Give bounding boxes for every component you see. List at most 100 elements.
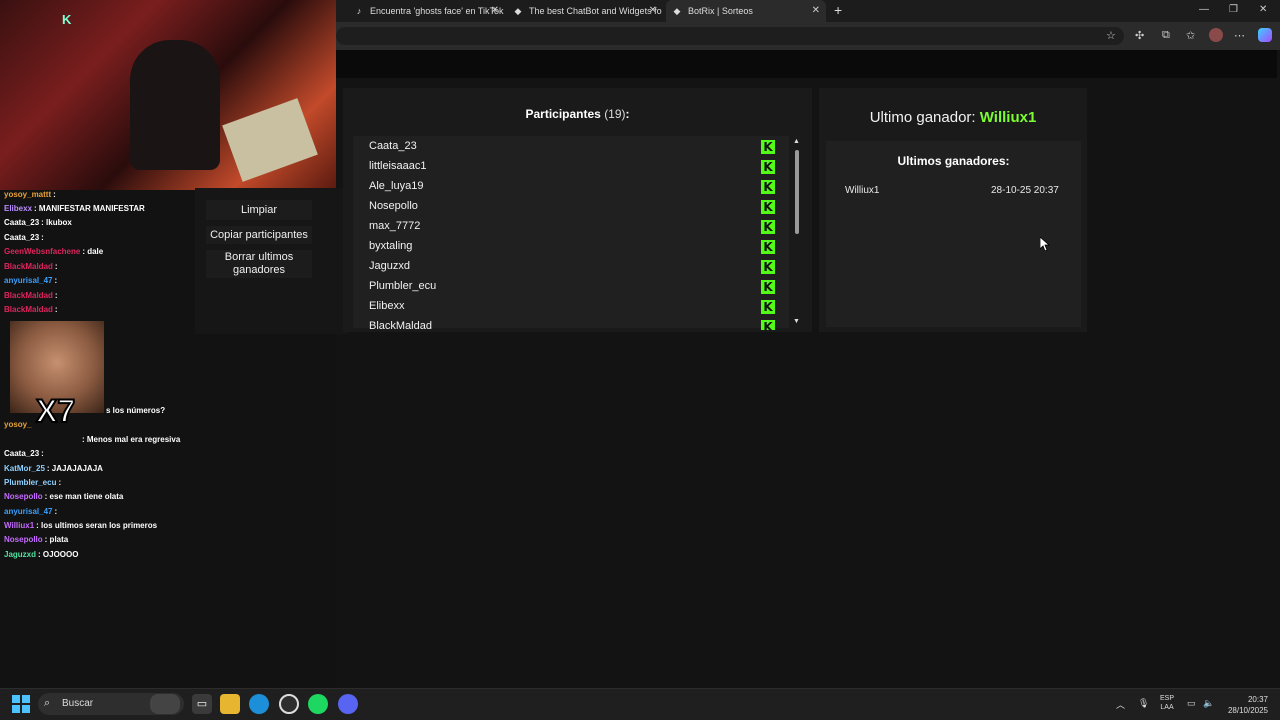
edge-icon[interactable] bbox=[249, 694, 269, 714]
tab-label: BotRix | Sorteos bbox=[688, 6, 753, 16]
chat-username: anyurisal_47 bbox=[4, 507, 53, 516]
chat-text: : bbox=[54, 291, 58, 300]
chat-message: GeenWebsnfachene: dale bbox=[4, 247, 103, 256]
chat-username: Jaguzxd bbox=[4, 550, 37, 559]
tab-botrix-home[interactable]: ◆ The best ChatBot and Widgets fo ✕ bbox=[507, 0, 663, 22]
chat-text: : bbox=[54, 305, 58, 314]
chat-message: anyurisal_47: bbox=[4, 507, 57, 516]
chat-text: : Menos mal era regresiva bbox=[82, 435, 181, 444]
language-indicator[interactable]: ESP LAA bbox=[1160, 694, 1174, 712]
kick-platform-icon: K bbox=[761, 260, 775, 274]
chat-message: Elibexx: MANIFESTAR MANIFESTAR bbox=[4, 204, 145, 213]
discord-icon[interactable] bbox=[338, 694, 358, 714]
more-menu-icon[interactable]: ⋯ bbox=[1234, 29, 1245, 42]
close-tab-icon[interactable]: ✕ bbox=[491, 5, 499, 16]
profile-avatar[interactable] bbox=[1209, 28, 1223, 42]
copy-participants-button[interactable]: Copiar participantes bbox=[206, 226, 312, 244]
extensions-icon[interactable]: ✣ bbox=[1135, 29, 1144, 42]
chat-text: : JAJAJAJAJA bbox=[46, 464, 103, 473]
search-icon: ⌕ bbox=[44, 697, 51, 709]
search-highlight-icon[interactable] bbox=[150, 694, 180, 714]
chat-username: Plumbler_ecu bbox=[4, 478, 57, 487]
chat-text: : bbox=[54, 276, 58, 285]
chrome-icon[interactable] bbox=[279, 694, 299, 714]
scroll-down-icon[interactable]: ▼ bbox=[793, 318, 800, 325]
background-object bbox=[222, 98, 318, 182]
participant-name: Jaguzxd bbox=[369, 260, 410, 272]
chat-username: anyurisal_47 bbox=[4, 276, 53, 285]
chat-text: : MANIFESTAR MANIFESTAR bbox=[34, 204, 145, 213]
chat-message: s los números? bbox=[104, 406, 165, 415]
close-window-icon[interactable]: ✕ bbox=[1259, 4, 1267, 15]
chat-username: Nosepollo bbox=[4, 492, 43, 501]
favorite-star-icon[interactable]: ☆ bbox=[1106, 29, 1116, 42]
meme-overlay-image: X7 bbox=[10, 321, 104, 430]
minimize-icon[interactable]: — bbox=[1199, 4, 1209, 15]
task-view-icon[interactable]: ▭ bbox=[192, 694, 212, 714]
volume-icon[interactable]: 🔈 bbox=[1203, 698, 1214, 709]
kick-platform-icon: K bbox=[761, 320, 775, 330]
last-winner: Ultimo ganador: Williux1 bbox=[819, 109, 1087, 126]
microphone-icon[interactable]: 🎙 bbox=[1138, 698, 1149, 709]
delete-winners-line2: ganadores bbox=[233, 264, 285, 276]
participant-name: byxtaling bbox=[369, 240, 413, 252]
chat-message: yosoy_mattt: bbox=[4, 190, 56, 199]
chat-message: Williux1: los ultimos seran los primeros bbox=[4, 521, 157, 530]
winner-name: Williux1 bbox=[845, 185, 880, 196]
delete-winners-button[interactable]: Borrar ultimos ganadores bbox=[206, 250, 312, 278]
stream-logo: K bbox=[62, 12, 72, 27]
chat-message: : Menos mal era regresiva bbox=[80, 435, 180, 444]
search-placeholder: Buscar bbox=[62, 698, 94, 709]
chat-text: : dale bbox=[82, 247, 104, 256]
chat-username: yosoy_mattt bbox=[4, 190, 52, 199]
webcam-feed: K bbox=[0, 0, 336, 190]
chat-message: Caata_23: bbox=[4, 449, 44, 458]
chat-text: : OJOOOO bbox=[38, 550, 79, 559]
chat-text: : bbox=[53, 190, 56, 199]
address-bar[interactable] bbox=[336, 27, 1124, 45]
split-screen-icon[interactable]: ⧉ bbox=[1162, 29, 1170, 42]
tab-botrix-sorteos[interactable]: ◆ BotRix | Sorteos ✕ bbox=[666, 0, 826, 22]
participants-title: Participantes (19): bbox=[343, 107, 812, 121]
chat-username: BlackMaldad bbox=[4, 291, 53, 300]
system-clock[interactable]: 20:37 28/10/2025 bbox=[1222, 694, 1268, 716]
winners-list-title: Ultimos ganadores: bbox=[897, 154, 1010, 168]
chat-username: BlackMaldad bbox=[4, 262, 53, 271]
chat-username: Nosepollo bbox=[4, 535, 43, 544]
tray-overflow-icon[interactable]: ︿ bbox=[1116, 698, 1125, 711]
kick-platform-icon: K bbox=[761, 200, 775, 214]
lang-bottom: LAA bbox=[1160, 704, 1174, 711]
site-header bbox=[336, 50, 1277, 78]
tab-tiktok[interactable]: ♪ Encuentra 'ghosts face' en TikTok ✕ bbox=[348, 0, 505, 22]
close-tab-icon[interactable]: ✕ bbox=[812, 5, 820, 16]
delete-winners-line1: Borrar ultimos bbox=[224, 251, 294, 263]
kick-platform-icon: K bbox=[761, 140, 775, 154]
clear-button[interactable]: Limpiar bbox=[206, 200, 312, 220]
scrollbar-thumb[interactable] bbox=[795, 150, 799, 234]
file-explorer-icon[interactable] bbox=[220, 694, 240, 714]
participant-name: Plumbler_ecu bbox=[369, 280, 437, 292]
participants-count: (19) bbox=[604, 107, 626, 121]
windows-start-icon[interactable] bbox=[12, 695, 30, 713]
chat-message: Nosepollo: ese man tiene olata bbox=[4, 492, 123, 501]
scroll-up-icon[interactable]: ▲ bbox=[793, 138, 800, 145]
chat-message: Plumbler_ecu: bbox=[4, 478, 61, 487]
restore-icon[interactable]: ❐ bbox=[1229, 4, 1238, 15]
kick-platform-icon: K bbox=[761, 240, 775, 254]
new-tab-icon[interactable]: + bbox=[834, 2, 842, 18]
favorites-icon[interactable]: ✩ bbox=[1186, 29, 1195, 42]
close-tab-icon[interactable]: ✕ bbox=[649, 5, 657, 16]
participant-name: BlackMaldad bbox=[369, 320, 432, 330]
chat-text: : lkubox bbox=[41, 218, 72, 227]
spotify-icon[interactable] bbox=[308, 694, 328, 714]
chat-message: BlackMaldad: bbox=[4, 291, 58, 300]
copilot-icon[interactable] bbox=[1258, 28, 1272, 42]
participant-name: Nosepollo bbox=[369, 200, 418, 212]
chat-text: : bbox=[41, 449, 44, 458]
chat-message: KatMor_25: JAJAJAJAJA bbox=[4, 464, 103, 473]
chat-username: KatMor_25 bbox=[4, 464, 45, 473]
chat-message: Caata_23: bbox=[4, 233, 44, 242]
participant-name: max_7772 bbox=[369, 220, 421, 232]
network-icon[interactable]: ▭ bbox=[1187, 698, 1196, 709]
chat-message: BlackMaldad: bbox=[4, 262, 58, 271]
